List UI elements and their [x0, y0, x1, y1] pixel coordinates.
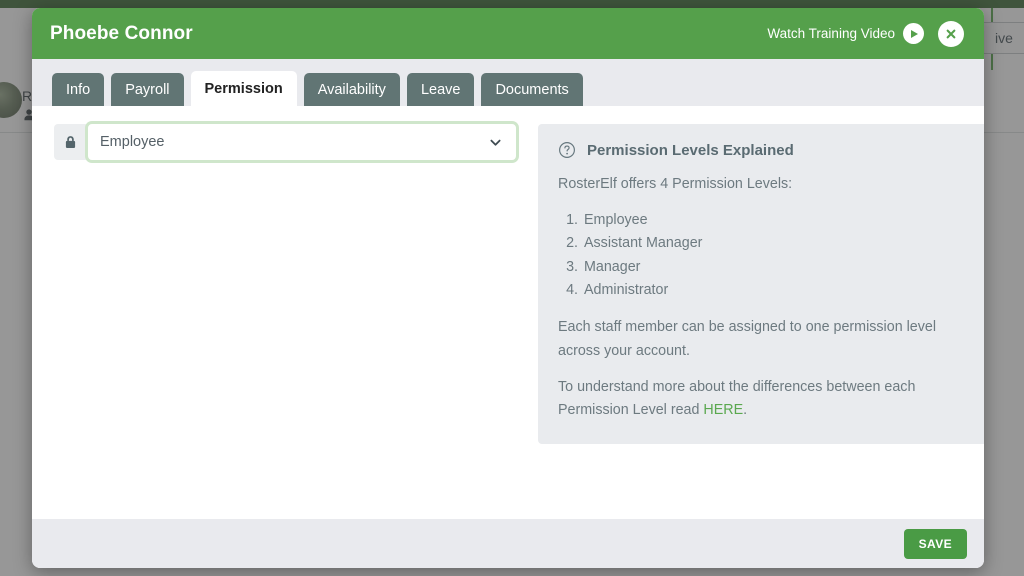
- list-item: Assistant Manager: [582, 232, 971, 255]
- header-actions: Watch Training Video: [767, 21, 964, 47]
- modal-footer: SAVE: [32, 519, 984, 568]
- permission-info-paragraph-2: To understand more about the differences…: [558, 376, 971, 422]
- tab-bar: Info Payroll Permission Availability Lea…: [32, 59, 984, 106]
- question-circle-icon: [558, 141, 576, 159]
- permission-info-intro: RosterElf offers 4 Permission Levels:: [558, 173, 971, 196]
- list-item: Manager: [582, 256, 971, 279]
- modal-header: Phoebe Connor Watch Training Video: [32, 8, 984, 59]
- tab-info[interactable]: Info: [52, 73, 104, 106]
- paragraph-2-text-after: .: [743, 402, 747, 418]
- here-link[interactable]: HERE: [703, 402, 743, 418]
- permission-form-column: Employee: [54, 124, 516, 519]
- play-circle-icon: [903, 23, 924, 44]
- permission-info-title: Permission Levels Explained: [587, 142, 794, 159]
- permission-info-header: Permission Levels Explained: [558, 141, 971, 159]
- watch-training-video-label: Watch Training Video: [767, 26, 895, 41]
- screen-root: Ra ive Phoebe Connor Watch Training Vide…: [0, 0, 1024, 576]
- tab-documents[interactable]: Documents: [481, 73, 582, 106]
- permission-levels-list: Employee Assistant Manager Manager Admin…: [558, 209, 971, 302]
- list-item: Administrator: [582, 279, 971, 302]
- close-icon[interactable]: [938, 21, 964, 47]
- permission-info-panel: Permission Levels Explained RosterElf of…: [538, 124, 984, 444]
- list-item: Employee: [582, 209, 971, 232]
- employee-modal: Phoebe Connor Watch Training Video Info …: [32, 8, 984, 568]
- tab-payroll[interactable]: Payroll: [111, 73, 183, 106]
- tab-availability[interactable]: Availability: [304, 73, 400, 106]
- chevron-down-icon: [488, 135, 503, 150]
- permission-level-field: Employee: [54, 124, 516, 160]
- permission-level-select[interactable]: Employee: [88, 124, 516, 160]
- watch-training-video-button[interactable]: Watch Training Video: [767, 23, 924, 44]
- tab-permission[interactable]: Permission: [191, 71, 297, 106]
- permission-info-paragraph-1: Each staff member can be assigned to one…: [558, 316, 971, 362]
- modal-body: Employee: [32, 106, 984, 519]
- lock-icon: [54, 124, 86, 160]
- save-button[interactable]: SAVE: [904, 529, 967, 559]
- tab-leave[interactable]: Leave: [407, 73, 475, 106]
- permission-help-column: Permission Levels Explained RosterElf of…: [538, 124, 984, 519]
- permission-level-value: Employee: [89, 134, 164, 150]
- page-title: Phoebe Connor: [50, 23, 193, 45]
